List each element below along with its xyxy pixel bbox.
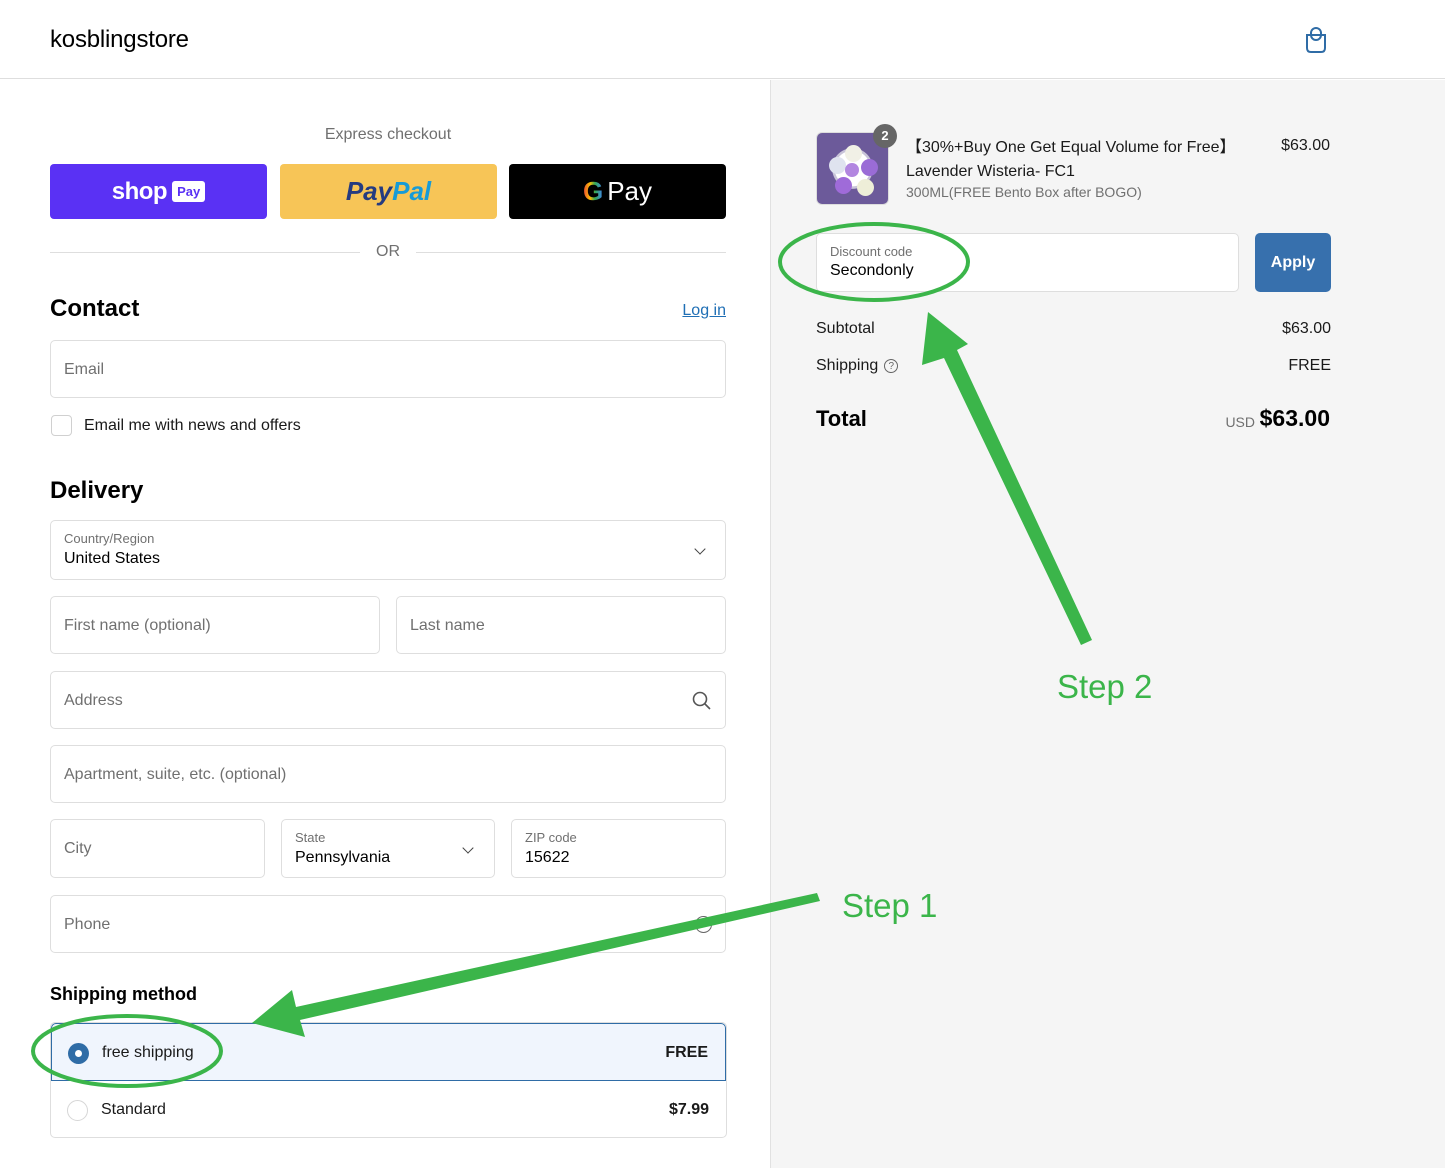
discount-code-label: Discount code — [830, 244, 913, 259]
shopping-bag-icon[interactable] — [1303, 26, 1329, 54]
shop-pay-logo: shop — [111, 177, 168, 205]
state-select[interactable]: State Pennsylvania — [281, 819, 495, 878]
total-currency: USD — [1225, 414, 1255, 430]
shop-pay-button[interactable]: shop Pay — [50, 164, 267, 219]
order-summary: 2 【30%+Buy One Get Equal Volume for Free… — [770, 80, 1445, 1168]
paypal-logo-part2: Pal — [392, 176, 432, 206]
product-image-detail — [845, 163, 859, 177]
google-pay-button[interactable]: G Pay — [509, 164, 726, 219]
site-header: kosblingstore — [0, 0, 1445, 79]
discount-code-field[interactable]: Discount code Secondonly — [816, 233, 1239, 292]
first-name-placeholder: First name (optional) — [64, 617, 211, 634]
email-placeholder: Email — [64, 361, 105, 378]
zip-value: 15622 — [525, 849, 570, 866]
google-g-icon: G — [582, 176, 604, 206]
product-image-detail — [845, 145, 862, 162]
state-label: State — [295, 830, 326, 845]
login-link[interactable]: Log in — [682, 302, 726, 320]
shipping-method-heading: Shipping method — [50, 984, 197, 1004]
store-logo[interactable]: kosblingstore — [50, 26, 189, 54]
shipping-option-free[interactable]: free shipping FREE — [51, 1023, 726, 1081]
city-placeholder: City — [64, 840, 92, 857]
product-price: $63.00 — [1281, 137, 1330, 154]
country-label: Country/Region — [64, 531, 155, 546]
search-icon — [692, 691, 711, 710]
annotation-step2-label: Step 2 — [1057, 668, 1153, 705]
apartment-field[interactable]: Apartment, suite, etc. (optional) — [50, 745, 726, 803]
newsletter-checkbox[interactable] — [51, 415, 72, 436]
help-icon[interactable]: ? — [884, 359, 899, 373]
total-label: Total — [816, 406, 867, 431]
last-name-field[interactable]: Last name — [396, 596, 726, 654]
product-title: 【30%+Buy One Get Equal Volume for Free】L… — [906, 139, 1236, 180]
address-placeholder: Address — [64, 692, 123, 709]
product-image-detail — [861, 159, 878, 176]
zip-field[interactable]: ZIP code 15622 — [511, 819, 726, 878]
chevron-down-icon — [462, 842, 474, 854]
paypal-button[interactable]: Pay Pal — [280, 164, 497, 219]
express-checkout-label: Express checkout — [324, 126, 452, 143]
city-field[interactable]: City — [50, 819, 265, 878]
country-select[interactable]: Country/Region United States — [50, 520, 726, 580]
total-value: $63.00 — [1259, 405, 1330, 431]
delivery-heading: Delivery — [50, 477, 144, 504]
annotation-step1-label: Step 1 — [842, 887, 938, 924]
radio-unselected[interactable] — [67, 1100, 88, 1121]
first-name-field[interactable]: First name (optional) — [50, 596, 380, 654]
product-variant: 300ML(FREE Bento Box after BOGO) — [906, 184, 1142, 200]
subtotal-row: Subtotal $63.00 — [816, 320, 1331, 338]
shipping-option-name: free shipping — [102, 1044, 194, 1061]
state-value: Pennsylvania — [295, 849, 391, 866]
shop-pay-badge: Pay — [172, 181, 206, 202]
email-field[interactable]: Email — [50, 340, 726, 398]
phone-placeholder: Phone — [64, 916, 111, 933]
country-value: United States — [64, 550, 161, 567]
shipping-label: Shipping — [816, 357, 879, 374]
address-field[interactable]: Address — [50, 671, 726, 729]
phone-field[interactable]: Phone ? — [50, 895, 726, 953]
shipping-option-name: Standard — [101, 1101, 166, 1118]
quantity-badge: 2 — [873, 124, 897, 148]
apartment-placeholder: Apartment, suite, etc. (optional) — [64, 766, 287, 783]
product-image-detail — [829, 157, 846, 174]
shipping-row: Shipping? FREE — [816, 357, 1331, 375]
or-divider: OR — [50, 243, 726, 263]
zip-label: ZIP code — [525, 830, 577, 845]
google-pay-label: Pay — [607, 176, 653, 206]
shipping-option-price: FREE — [665, 1044, 708, 1061]
apply-discount-button[interactable]: Apply — [1255, 233, 1331, 292]
chevron-down-icon — [694, 543, 706, 555]
radio-selected[interactable] — [68, 1043, 89, 1064]
subtotal-label: Subtotal — [816, 320, 875, 337]
subtotal-value: $63.00 — [1282, 320, 1331, 337]
paypal-logo-part1: Pay — [345, 176, 393, 206]
or-text: OR — [376, 243, 400, 260]
shipping-options: free shipping FREE Standard $7.99 — [50, 1022, 727, 1138]
product-image-detail — [857, 179, 874, 196]
last-name-placeholder: Last name — [410, 617, 485, 634]
help-icon[interactable]: ? — [695, 916, 712, 933]
shipping-option-standard[interactable]: Standard $7.99 — [51, 1081, 726, 1137]
newsletter-label: Email me with news and offers — [84, 417, 301, 434]
shipping-option-price: $7.99 — [668, 1101, 709, 1118]
discount-code-value: Secondonly — [830, 262, 914, 279]
checkout-form: Express checkout shop Pay Pay Pal G Pay O… — [0, 80, 770, 1168]
shipping-value: FREE — [1288, 357, 1331, 374]
product-image-detail — [835, 177, 852, 194]
contact-heading: Contact — [50, 295, 140, 322]
